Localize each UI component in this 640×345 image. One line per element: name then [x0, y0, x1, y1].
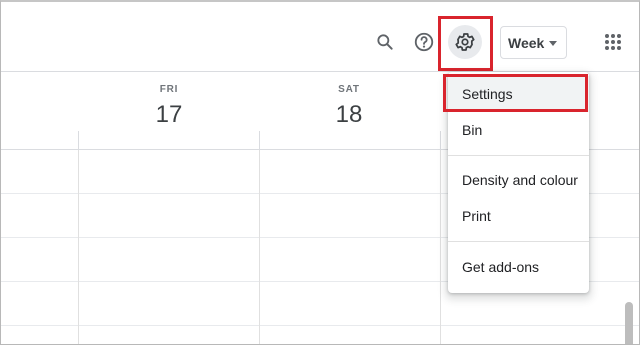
day-header-sat[interactable]: SAT 18	[304, 84, 394, 129]
column-divider	[440, 131, 441, 150]
day-column-divider	[78, 150, 79, 344]
scrollbar-thumb[interactable]	[625, 302, 633, 344]
search-button[interactable]	[370, 27, 400, 57]
menu-item-density-colour[interactable]: Density and colour	[448, 162, 589, 198]
menu-item-label: Print	[462, 208, 491, 224]
calendar-window: Week FRI 17 SAT 18 Settings Bin Density …	[0, 0, 640, 345]
top-bar: Week	[1, 2, 639, 72]
day-name: FRI	[159, 84, 179, 95]
day-number[interactable]: 17	[124, 101, 214, 129]
menu-item-label: Density and colour	[462, 172, 578, 188]
day-column-divider	[259, 150, 260, 344]
day-number[interactable]: 18	[304, 101, 394, 129]
settings-item-highlight	[443, 74, 588, 112]
search-icon	[377, 34, 393, 50]
menu-item-get-add-ons[interactable]: Get add-ons	[448, 249, 589, 285]
menu-item-print[interactable]: Print	[448, 198, 589, 234]
menu-divider	[448, 241, 589, 242]
column-divider	[78, 131, 79, 150]
menu-divider	[448, 155, 589, 156]
day-header-fri[interactable]: FRI 17	[124, 84, 214, 129]
view-selector[interactable]: Week	[500, 26, 567, 59]
settings-button-highlight	[438, 16, 493, 71]
day-column-divider	[440, 150, 441, 344]
apps-grid-icon	[605, 34, 621, 50]
help-icon	[414, 32, 434, 52]
menu-item-label: Bin	[462, 122, 483, 138]
view-selector-label: Week	[508, 34, 545, 51]
day-name: SAT	[338, 84, 360, 95]
chevron-down-icon	[549, 41, 557, 46]
menu-item-bin[interactable]: Bin	[448, 112, 589, 148]
menu-item-label: Get add-ons	[462, 259, 540, 275]
hour-line	[1, 325, 639, 326]
apps-button[interactable]	[598, 27, 628, 57]
column-divider	[259, 131, 260, 150]
help-button[interactable]	[409, 27, 439, 57]
